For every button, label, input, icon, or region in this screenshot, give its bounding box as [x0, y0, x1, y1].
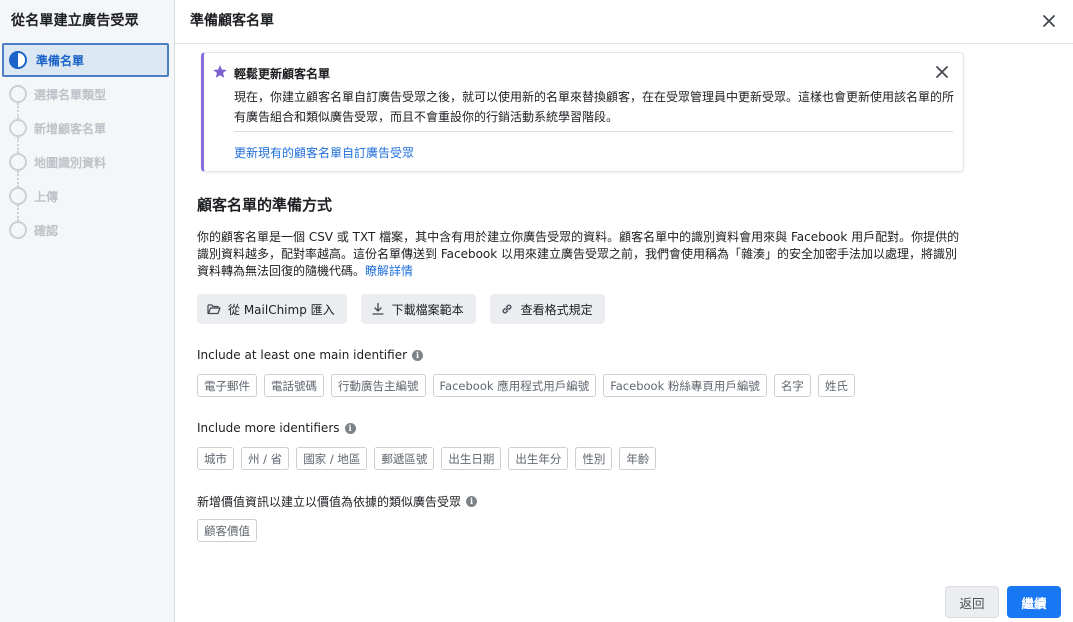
- identifier-tag: 郵遞區號: [374, 447, 435, 470]
- group-label-text: 新增價值資訊以建立以價值為依據的類似廣告受眾: [197, 495, 462, 509]
- download-icon: [371, 302, 384, 315]
- link-icon: [502, 304, 512, 314]
- circle-icon: [9, 85, 27, 103]
- identifier-tag: 城市: [197, 447, 234, 470]
- identifier-tag: Facebook 應用程式用戶編號: [432, 374, 597, 397]
- circle-icon: [9, 153, 27, 171]
- download-template-button[interactable]: 下載檔案範本: [360, 294, 476, 324]
- button-label: 從 MailChimp 匯入: [228, 302, 335, 317]
- value-info-label: 新增價值資訊以建立以價值為依據的類似廣告受眾 i: [197, 493, 478, 510]
- back-button[interactable]: 返回: [945, 586, 999, 618]
- value-tags: 顧客價值: [197, 519, 257, 542]
- view-format-rules-button[interactable]: 查看格式規定: [489, 294, 605, 324]
- identifier-tag: 出生年分: [508, 447, 569, 470]
- section-description: 你的顧客名單是一個 CSV 或 TXT 檔案，其中含有用於建立你廣告受眾的資料。…: [197, 229, 967, 280]
- circle-icon: [9, 221, 27, 239]
- step-list: 準備名單 選擇名單類型 新增顧客名單 地圖識別資料 上傳 確認: [0, 43, 175, 247]
- identifier-tag: 名字: [773, 374, 811, 397]
- dialog-header: 準備顧客名單: [175, 0, 1073, 44]
- section-title: 顧客名單的準備方式: [197, 196, 333, 214]
- button-label: 下載檔案範本: [391, 302, 464, 317]
- step-label: 確認: [34, 223, 59, 238]
- continue-button[interactable]: 繼續: [1007, 586, 1061, 618]
- divider: [234, 131, 953, 132]
- circle-icon: [9, 187, 27, 205]
- notice-card: 輕鬆更新顧客名單 現在，你建立顧客名單自訂廣告受眾之後，就可以使用新的名單來替換…: [201, 52, 964, 172]
- sidebar: 從名單建立廣告受眾 準備名單 選擇名單類型 新增顧客名單 地圖識別資料 上傳 確…: [0, 0, 175, 622]
- info-icon[interactable]: i: [466, 496, 478, 507]
- step-label: 上傳: [34, 189, 59, 204]
- identifier-tag: 國家 / 地區: [296, 447, 368, 470]
- info-icon[interactable]: i: [412, 349, 424, 361]
- page-title: 準備顧客名單: [190, 13, 274, 29]
- import-mailchimp-button[interactable]: 從 MailChimp 匯入: [197, 294, 347, 324]
- step-label: 地圖識別資料: [34, 155, 107, 170]
- identifier-tag: Facebook 粉絲專頁用戶編號: [603, 374, 767, 397]
- circle-icon: [9, 119, 27, 137]
- step-add-customer-list[interactable]: 新增顧客名單: [0, 111, 175, 153]
- description-text: 你的顧客名單是一個 CSV 或 TXT 檔案，其中含有用於建立你廣告受眾的資料。…: [197, 230, 960, 278]
- step-upload[interactable]: 上傳: [0, 179, 175, 221]
- folder-open-icon: [207, 304, 221, 315]
- identifier-tag: 性別: [575, 447, 613, 470]
- action-bar: 從 MailChimp 匯入 下載檔案範本 查看格式規定: [197, 294, 605, 324]
- identifier-tag: 姓氏: [817, 374, 855, 397]
- identifier-tag: 電子郵件: [197, 374, 257, 397]
- star-icon: [213, 65, 227, 78]
- more-identifier-label: Include more identifiers i: [197, 421, 356, 435]
- step-confirm[interactable]: 確認: [0, 213, 175, 247]
- identifier-tag: 行動廣告主編號: [331, 374, 426, 397]
- step-choose-list-type[interactable]: 選擇名單類型: [0, 77, 175, 119]
- close-icon[interactable]: [935, 65, 949, 79]
- identifier-tag: 州 / 省: [241, 447, 290, 470]
- main-identifier-tags: 電子郵件 電話號碼 行動廣告主編號 Facebook 應用程式用戶編號 Face…: [197, 374, 855, 397]
- group-label-text: Include more identifiers: [197, 421, 340, 435]
- main-identifier-label: Include at least one main identifier i: [197, 348, 424, 362]
- notice-body: 現在，你建立顧客名單自訂廣告受眾之後，就可以使用新的名單來替換顧客，在在受眾管理…: [234, 90, 955, 124]
- button-label: 查看格式規定: [520, 302, 593, 317]
- identifier-tag: 出生日期: [441, 447, 502, 470]
- more-identifier-tags: 城市 州 / 省 國家 / 地區 郵遞區號 出生日期 出生年分 性別 年齡: [197, 447, 657, 470]
- step-map-identifiers[interactable]: 地圖識別資料: [0, 145, 175, 187]
- learn-more-link[interactable]: 瞭解詳情: [365, 264, 413, 278]
- identifier-tag: 電話號碼: [264, 374, 324, 397]
- identifier-tag: 年齡: [619, 447, 657, 470]
- notice-title: 輕鬆更新顧客名單: [234, 67, 331, 81]
- info-icon[interactable]: i: [344, 422, 356, 434]
- group-label-text: Include at least one main identifier: [197, 348, 408, 362]
- step-label: 準備名單: [36, 53, 85, 68]
- identifier-tag: 顧客價值: [197, 519, 257, 542]
- update-audience-link[interactable]: 更新現有的顧客名單自訂廣告受眾: [234, 144, 414, 161]
- close-icon[interactable]: [1039, 11, 1059, 31]
- half-circle-icon: [9, 51, 27, 69]
- step-prepare-list[interactable]: 準備名單: [2, 43, 169, 77]
- step-label: 選擇名單類型: [34, 87, 107, 102]
- sidebar-title: 從名單建立廣告受眾: [11, 13, 139, 29]
- step-label: 新增顧客名單: [34, 121, 107, 136]
